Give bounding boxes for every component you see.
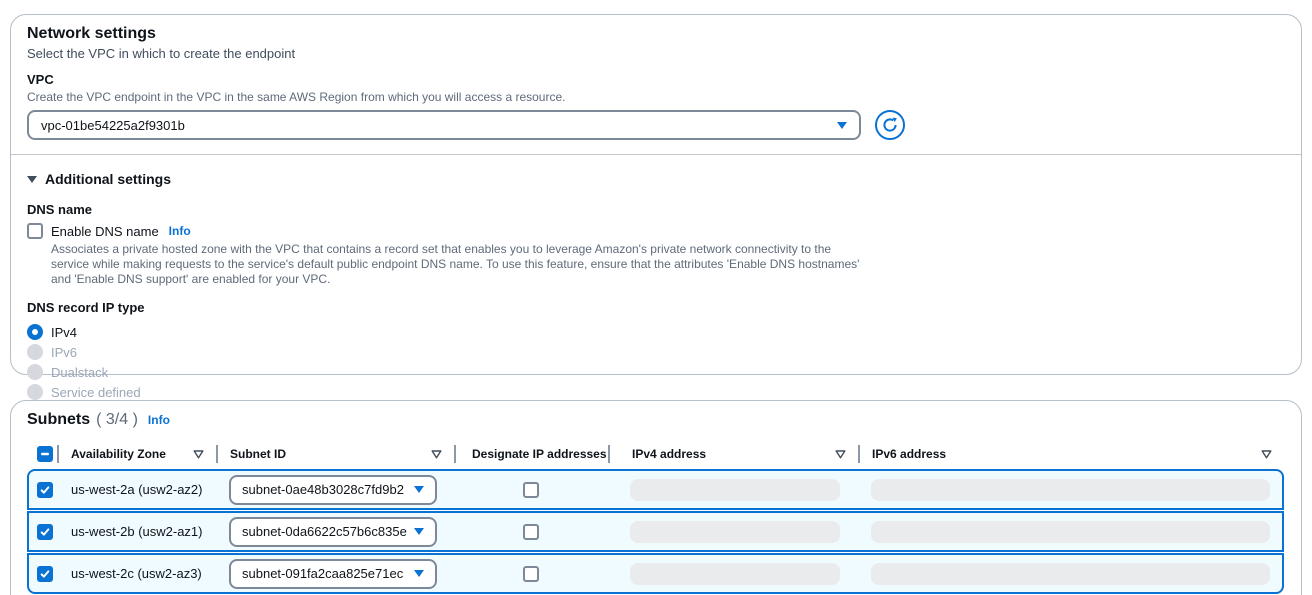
subnets-rows: us-west-2a (usw2-az2) subnet-0ae48b3028c… — [27, 469, 1284, 594]
enable-dns-checkbox[interactable] — [27, 223, 43, 239]
designate-ip-checkbox[interactable] — [523, 566, 539, 582]
chevron-down-icon — [837, 122, 847, 129]
row-checkbox[interactable] — [37, 482, 53, 498]
subnet-id-value: subnet-0da6622c57b6c835e — [242, 524, 407, 539]
ipv6-radio-label: IPv6 — [51, 345, 77, 360]
subnets-card: Subnets ( 3/4 ) Info Availability Zone S… — [10, 400, 1302, 595]
ipv4-radio[interactable] — [27, 324, 43, 340]
table-row[interactable]: us-west-2c (usw2-az3) subnet-091fa2caa82… — [27, 553, 1284, 594]
enable-dns-label: Enable DNS name — [51, 224, 159, 239]
header-designate-ip: Designate IP addresses — [454, 441, 608, 467]
dns-record-ip-type-label: DNS record IP type — [27, 299, 1285, 317]
service-defined-radio-label: Service defined — [51, 385, 141, 400]
subnets-counter: ( 3/4 ) — [96, 411, 138, 429]
subnet-id-select[interactable]: subnet-091fa2caa825e71ec — [229, 559, 437, 589]
sort-icon-ipv6[interactable] — [1261, 450, 1272, 459]
ipv6-address-placeholder — [871, 479, 1270, 501]
row-checkbox[interactable] — [37, 524, 53, 540]
dns-record-ip-type-group: IPv4 IPv6 Dualstack Service defined — [27, 322, 1285, 402]
subnet-id-value: subnet-0ae48b3028c7fd9b2 — [242, 482, 404, 497]
header-subnet-id: Subnet ID — [216, 441, 454, 467]
chevron-down-icon — [414, 570, 424, 577]
vpc-description: Create the VPC endpoint in the VPC in th… — [27, 89, 1285, 105]
sort-icon-availability-zone[interactable] — [193, 450, 204, 459]
dns-name-label: DNS name — [27, 201, 1285, 219]
network-settings-subtitle: Select the VPC in which to create the en… — [27, 45, 1285, 63]
subnet-id-select[interactable]: subnet-0ae48b3028c7fd9b2 — [229, 475, 437, 505]
availability-zone-value: us-west-2c (usw2-az3) — [57, 555, 216, 592]
header-availability-zone: Availability Zone — [57, 441, 216, 467]
table-row[interactable]: us-west-2b (usw2-az1) subnet-0da6622c57b… — [27, 511, 1284, 552]
additional-settings-title: Additional settings — [45, 169, 171, 189]
header-checkbox-cell — [27, 441, 57, 467]
vpc-select-value: vpc-01be54225a2f9301b — [41, 118, 185, 133]
section-divider — [11, 154, 1301, 155]
designate-ip-checkbox[interactable] — [523, 524, 539, 540]
subnets-info-link[interactable]: Info — [148, 413, 170, 427]
subnets-title-row: Subnets ( 3/4 ) Info — [27, 409, 1285, 431]
select-all-checkbox[interactable] — [37, 446, 53, 462]
sort-icon-subnet-id[interactable] — [431, 450, 442, 459]
subnets-title: Subnets — [27, 409, 90, 431]
dns-info-link[interactable]: Info — [169, 224, 191, 238]
subnet-id-select[interactable]: subnet-0da6622c57b6c835e — [229, 517, 437, 547]
vpc-select[interactable]: vpc-01be54225a2f9301b — [27, 110, 861, 140]
radio-row-ipv4: IPv4 — [27, 322, 1285, 342]
vpc-label: VPC — [27, 71, 1285, 89]
network-settings-title: Network settings — [27, 23, 1285, 45]
dualstack-radio-label: Dualstack — [51, 365, 108, 380]
refresh-icon — [882, 117, 898, 133]
availability-zone-value: us-west-2a (usw2-az2) — [57, 471, 216, 508]
enable-dns-row: Enable DNS name Info — [27, 223, 1285, 239]
radio-row-dualstack: Dualstack — [27, 362, 1285, 382]
ipv6-address-placeholder — [871, 521, 1270, 543]
ipv4-address-placeholder — [630, 563, 840, 585]
vpc-select-row: vpc-01be54225a2f9301b — [27, 110, 1285, 140]
ipv6-address-placeholder — [871, 563, 1270, 585]
ipv4-radio-label: IPv4 — [51, 325, 77, 340]
collapse-triangle-icon — [27, 176, 37, 183]
availability-zone-value: us-west-2b (usw2-az1) — [57, 513, 216, 550]
subnets-table-header: Availability Zone Subnet ID Designate IP… — [27, 441, 1284, 467]
ipv4-address-placeholder — [630, 521, 840, 543]
refresh-button[interactable] — [875, 110, 905, 140]
service-defined-radio — [27, 384, 43, 400]
sort-icon-ipv4[interactable] — [835, 450, 846, 459]
table-row[interactable]: us-west-2a (usw2-az2) subnet-0ae48b3028c… — [27, 469, 1284, 510]
ipv4-address-placeholder — [630, 479, 840, 501]
subnet-id-value: subnet-091fa2caa825e71ec — [242, 566, 403, 581]
radio-row-ipv6: IPv6 — [27, 342, 1285, 362]
header-ipv6-address: IPv6 address — [858, 441, 1284, 467]
network-settings-card: Network settings Select the VPC in which… — [10, 14, 1302, 375]
dualstack-radio — [27, 364, 43, 380]
header-ipv4-address: IPv4 address — [608, 441, 858, 467]
radio-row-service-defined: Service defined — [27, 382, 1285, 402]
row-checkbox[interactable] — [37, 566, 53, 582]
chevron-down-icon — [414, 486, 424, 493]
chevron-down-icon — [414, 528, 424, 535]
designate-ip-checkbox[interactable] — [523, 482, 539, 498]
ipv6-radio — [27, 344, 43, 360]
dns-description: Associates a private hosted zone with th… — [51, 242, 863, 287]
additional-settings-toggle[interactable]: Additional settings — [27, 169, 1285, 189]
